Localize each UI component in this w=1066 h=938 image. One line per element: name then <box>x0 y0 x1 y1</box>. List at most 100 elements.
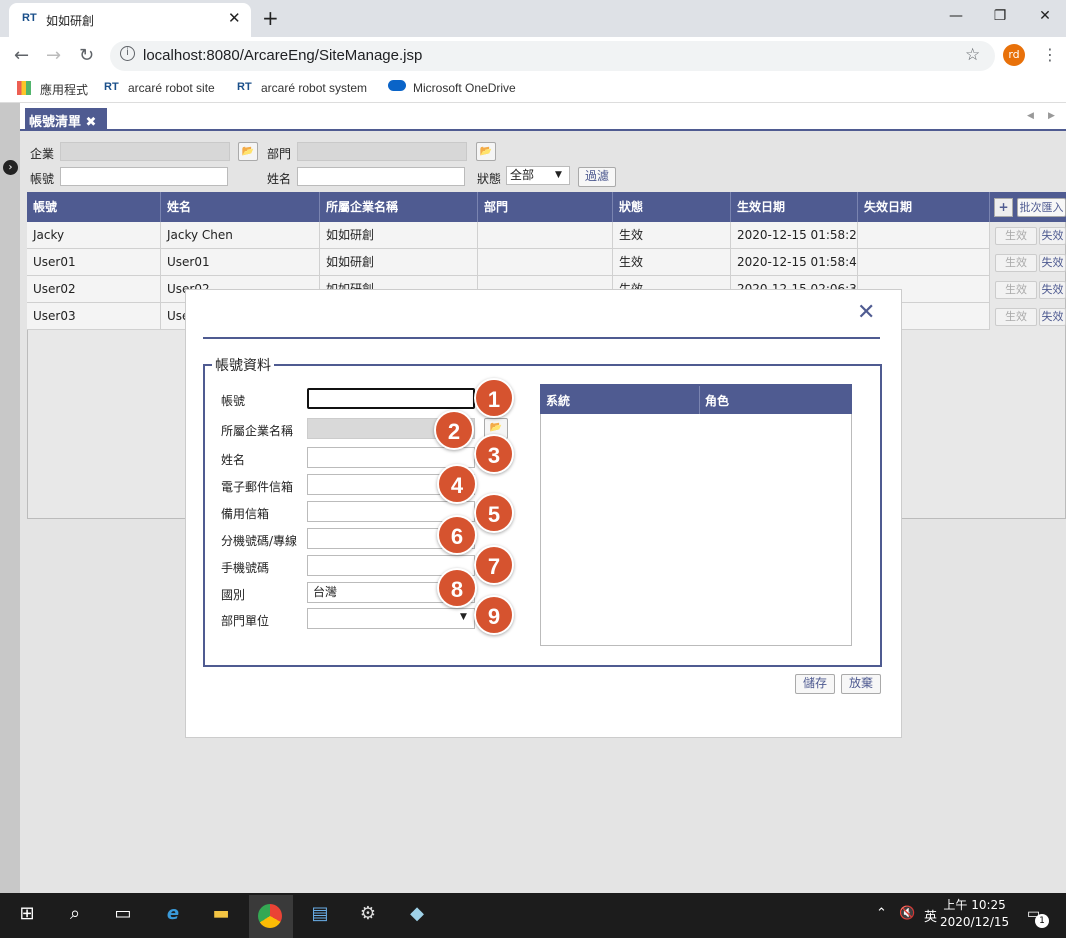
col-system: 系統 <box>546 394 571 408</box>
rt-bookmark-icon: RT <box>104 81 119 93</box>
company-filter-input[interactable] <box>60 142 230 161</box>
step-badge-4: 4 <box>437 464 477 504</box>
minimize-icon[interactable]: — <box>941 8 971 24</box>
field-label-mobile: 手機號碼 <box>221 561 270 575</box>
company-label: 企業 <box>30 147 55 161</box>
cancel-button[interactable]: 放棄 <box>841 674 881 694</box>
col-account[interactable]: 帳號 <box>27 192 161 222</box>
name-filter-input[interactable] <box>297 167 465 186</box>
expand-arrow-icon[interactable]: › <box>3 160 18 175</box>
col-end-date[interactable]: 失效日期 <box>858 192 990 222</box>
rt-bookmark-icon: RT <box>237 81 252 93</box>
table-cell-name: User01 <box>161 249 320 276</box>
forward-icon[interactable]: → <box>46 45 61 66</box>
settings-gear-icon[interactable]: ⚙ <box>355 903 381 929</box>
table-row[interactable]: JackyJacky Chen如如研創 生效2020-12-15 01:58:24… <box>27 222 990 249</box>
step-badge-8: 8 <box>437 568 477 608</box>
table-cell-account: User01 <box>27 249 161 276</box>
url-text[interactable]: localhost:8080/ArcareEng/SiteManage.jsp <box>143 47 422 64</box>
chrome-icon[interactable] <box>258 904 282 928</box>
deactivate-button[interactable]: 失效 <box>1039 281 1066 299</box>
clock-time: 上午 10:25 <box>943 898 1006 912</box>
step-badge-5: 5 <box>474 493 514 533</box>
bookmark-onedrive[interactable]: Microsoft OneDrive <box>413 81 516 95</box>
col-name[interactable]: 姓名 <box>161 192 320 222</box>
batch-import-button[interactable]: 批次匯入 <box>1017 198 1066 217</box>
ie-icon[interactable]: e <box>160 903 186 929</box>
activate-button[interactable]: 生效 <box>995 254 1037 272</box>
ime-indicator[interactable]: 英 <box>924 906 937 925</box>
field-label-name: 姓名 <box>221 453 246 467</box>
table-cell-end <box>858 222 990 249</box>
clock[interactable]: 上午 10:25 2020/12/15 <box>940 897 1009 931</box>
windows-start-icon[interactable]: ⊞ <box>14 903 40 929</box>
tab-account-list[interactable]: 帳號清單 ✖ <box>25 108 107 131</box>
table-cell-status: 生效 <box>613 249 731 276</box>
tab-title: 如如研創 <box>46 14 95 28</box>
modal-divider <box>203 337 880 339</box>
step-badge-1: 1 <box>474 378 514 418</box>
deactivate-button[interactable]: 失效 <box>1039 308 1066 326</box>
field-label-company: 所屬企業名稱 <box>221 424 294 438</box>
left-collapse-bar <box>0 103 20 893</box>
bookmark-robot-system[interactable]: arcaré robot system <box>261 81 367 95</box>
menu-icon[interactable]: ⋮ <box>1042 45 1058 64</box>
status-select[interactable]: 全部 ▼ <box>506 166 570 185</box>
modal-close-icon[interactable]: ✕ <box>857 300 875 325</box>
activate-button[interactable]: 生效 <box>995 227 1037 245</box>
filter-button[interactable]: 過濾 <box>578 167 616 187</box>
profile-avatar[interactable]: rd <box>1003 44 1025 66</box>
status-label: 狀態 <box>477 172 502 186</box>
back-icon[interactable]: ← <box>14 45 29 66</box>
new-tab-icon[interactable]: + <box>262 6 279 30</box>
server-manager-icon[interactable]: ▤ <box>307 903 333 929</box>
bookmark-robot-site[interactable]: arcaré robot site <box>128 81 215 95</box>
dept-filter-input[interactable] <box>297 142 467 161</box>
deactivate-button[interactable]: 失效 <box>1039 227 1066 245</box>
col-start-date[interactable]: 生效日期 <box>731 192 858 222</box>
speaker-muted-icon[interactable]: 🔇 <box>899 906 915 921</box>
reload-icon[interactable]: ↻ <box>79 45 94 66</box>
table-row[interactable]: User01User01如如研創生效2020-12-15 01:58:42.0 <box>27 249 990 276</box>
app-tab-header <box>20 103 1066 131</box>
account-input[interactable] <box>307 388 475 409</box>
dept-unit-select[interactable]: ▼ <box>307 608 475 629</box>
deactivate-button[interactable]: 失效 <box>1039 254 1066 272</box>
field-label-backup-email: 備用信箱 <box>221 507 270 521</box>
star-icon[interactable]: ☆ <box>965 45 980 65</box>
table-cell-dept <box>478 222 613 249</box>
save-button[interactable]: 儲存 <box>795 674 835 694</box>
account-filter-input[interactable] <box>60 167 228 186</box>
col-company[interactable]: 所屬企業名稱 <box>320 192 478 222</box>
folder-open-icon[interactable]: 📂 <box>238 142 258 161</box>
dept-label: 部門 <box>267 147 292 161</box>
step-badge-9: 9 <box>474 595 514 635</box>
field-label-ext: 分機號碼/專線 <box>221 534 298 548</box>
activate-button[interactable]: 生效 <box>995 281 1037 299</box>
tab-close-icon[interactable]: ✖ <box>86 115 97 130</box>
search-icon[interactable]: ⌕ <box>62 903 88 929</box>
table-cell-account: User02 <box>27 276 161 303</box>
window-close-icon[interactable]: ✕ <box>1030 8 1060 24</box>
add-icon[interactable]: + <box>994 198 1013 217</box>
bookmark-apps[interactable]: 應用程式 <box>40 81 88 98</box>
file-explorer-icon[interactable]: ▬ <box>208 903 234 929</box>
restore-icon[interactable]: ❐ <box>985 8 1015 24</box>
col-status[interactable]: 狀態 <box>613 192 731 222</box>
col-dept[interactable]: 部門 <box>478 192 613 222</box>
activate-button[interactable]: 生效 <box>995 308 1037 326</box>
onedrive-cloud-icon <box>388 80 406 91</box>
tab-close-icon[interactable]: ✕ <box>228 9 241 27</box>
app-icon[interactable]: ◆ <box>404 903 430 929</box>
folder-open-icon[interactable]: 📂 <box>476 142 496 161</box>
name-label: 姓名 <box>267 172 292 186</box>
rt-favicon-icon: RT <box>22 12 37 24</box>
account-label: 帳號 <box>30 172 55 186</box>
scroll-right-icon[interactable]: ▶ <box>1048 111 1055 121</box>
table-cell-start: 2020-12-15 01:58:42.0 <box>731 249 858 276</box>
task-view-icon[interactable]: ▭ <box>110 903 136 929</box>
table-cell-dept <box>478 249 613 276</box>
scroll-left-icon[interactable]: ◀ <box>1027 111 1034 121</box>
info-icon[interactable]: i <box>120 46 135 61</box>
chevron-up-icon[interactable]: ⌃ <box>876 906 887 921</box>
